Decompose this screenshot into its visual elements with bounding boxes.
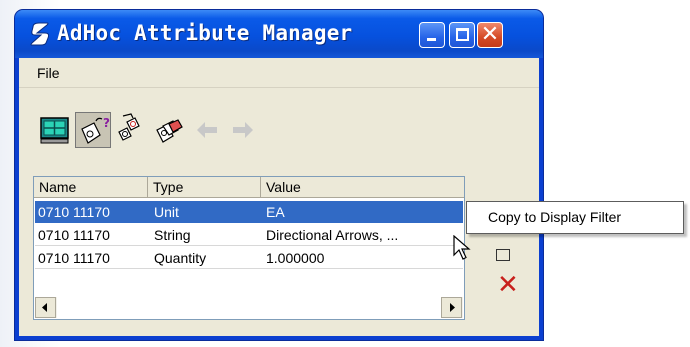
app-logo-icon (30, 22, 50, 46)
column-header-value[interactable]: Value (261, 177, 464, 197)
cell-value: 1.000000 (266, 250, 325, 266)
delete-icon[interactable]: ✕ (497, 271, 519, 299)
cell-type: String (154, 227, 191, 243)
horizontal-scrollbar[interactable] (35, 297, 463, 318)
display-grid-button[interactable] (37, 112, 73, 148)
side-action-button[interactable] (496, 249, 510, 261)
scroll-right-icon (450, 303, 455, 312)
cell-type: Quantity (154, 250, 207, 266)
attribute-query-icon: ? (81, 116, 110, 144)
attribute-copy-button[interactable] (113, 112, 149, 148)
attribute-list[interactable]: Name Type Value 0710 11170 Unit EA 0710 … (33, 176, 465, 320)
menu-file[interactable]: File (37, 65, 60, 81)
svg-text:?: ? (103, 116, 110, 130)
close-button[interactable]: ✕ (477, 22, 503, 48)
column-header-type[interactable]: Type (148, 177, 261, 197)
scroll-left-button[interactable] (35, 297, 56, 318)
menu-item-copy-to-display-filter[interactable]: Copy to Display Filter (488, 209, 621, 225)
table-row[interactable]: 0710 11170 Unit EA (35, 201, 463, 223)
maximize-icon (456, 28, 469, 41)
cell-value: EA (266, 204, 285, 220)
minimize-icon (427, 38, 436, 41)
arrow-left-button[interactable] (189, 112, 225, 148)
title-bar[interactable]: AdHoc Attribute Manager ✕ (15, 10, 543, 58)
attribute-query-button[interactable]: ? (75, 112, 111, 148)
app-window: AdHoc Attribute Manager ✕ File ? Name Ty… (15, 10, 543, 340)
table-row[interactable]: 0710 11170 Quantity 1.000000 (35, 247, 463, 269)
arrow-right-button[interactable] (225, 112, 261, 148)
attribute-stack-icon (156, 119, 183, 143)
cell-name: 0710 11170 (38, 227, 110, 243)
attribute-copy-icon (118, 113, 140, 141)
list-header: Name Type Value (34, 177, 464, 198)
scroll-left-icon (42, 303, 47, 312)
maximize-button[interactable] (449, 22, 475, 48)
minimize-button[interactable] (419, 22, 445, 48)
row-divider (35, 245, 463, 246)
cell-type: Unit (154, 204, 179, 220)
scroll-right-button[interactable] (441, 297, 462, 318)
cell-value: Directional Arrows, ... (266, 227, 399, 243)
close-icon: ✕ (480, 22, 500, 47)
row-divider (35, 268, 463, 269)
table-row[interactable]: 0710 11170 String Directional Arrows, ..… (35, 224, 463, 246)
context-menu: Copy to Display Filter (466, 201, 684, 234)
display-grid-icon (40, 117, 69, 144)
cell-name: 0710 11170 (38, 204, 110, 220)
menu-bar: File (19, 58, 539, 84)
menu-divider (19, 87, 539, 88)
window-client-area: File ? Name Type Value 0710 11170 Unit E… (19, 58, 539, 336)
attribute-stack-button[interactable] (151, 112, 187, 148)
arrow-left-icon (197, 122, 217, 138)
arrow-right-icon (233, 122, 253, 138)
scrollbar-track[interactable] (57, 297, 441, 318)
window-title: AdHoc Attribute Manager (57, 21, 353, 45)
mouse-cursor-icon (453, 235, 471, 260)
column-header-name[interactable]: Name (34, 177, 148, 197)
cell-name: 0710 11170 (38, 250, 110, 266)
